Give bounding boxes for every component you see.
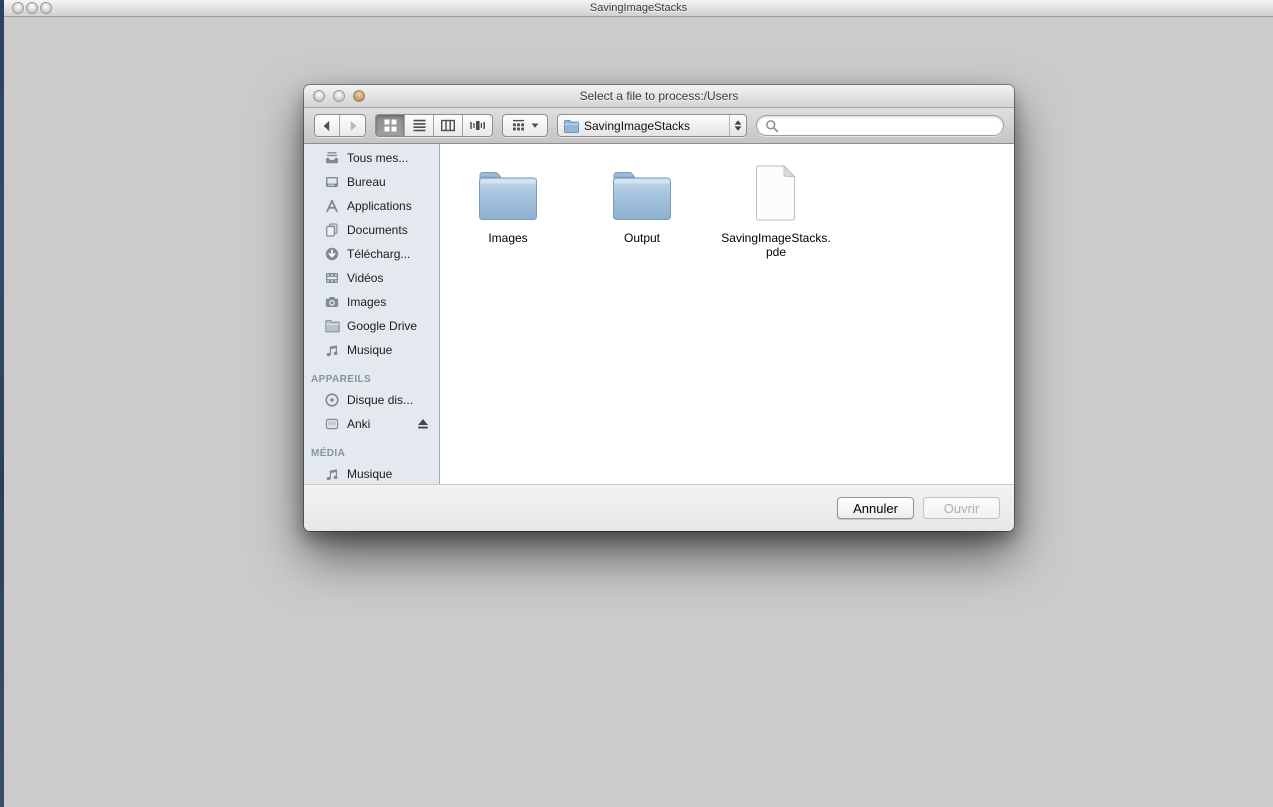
folder-icon [563, 118, 579, 134]
coverflow-view-icon [469, 118, 486, 133]
sidebar-item-label: Images [347, 295, 386, 309]
app-window-titlebar[interactable]: SavingImageStacks [4, 0, 1273, 17]
history-nav [314, 114, 366, 137]
sidebar-item-t-l-charg[interactable]: Télécharg... [304, 242, 439, 266]
coverflow-view-button[interactable] [463, 115, 492, 136]
sidebar-item-label: Bureau [347, 175, 386, 189]
eject-icon[interactable] [416, 417, 430, 431]
sidebar-item-label: Applications [347, 199, 412, 213]
location-popup[interactable]: SavingImageStacks [557, 114, 747, 137]
disc-icon [324, 392, 340, 408]
sidebar-item-label: Tous mes... [347, 151, 408, 165]
app-window-controls [12, 2, 52, 14]
sidebar-item-musique[interactable]: Musique [304, 462, 439, 484]
sidebar-item-tous-mes[interactable]: Tous mes... [304, 146, 439, 170]
all-files-icon [324, 150, 340, 166]
file-images[interactable]: Images [448, 162, 568, 245]
music-icon [324, 466, 340, 482]
dialog-toolbar: SavingImageStacks [304, 108, 1014, 144]
downloads-icon [324, 246, 340, 262]
sidebar-section-m-dia: MÉDIA [304, 444, 439, 462]
sidebar-item-label: Télécharg... [347, 247, 410, 261]
search-icon [765, 119, 779, 133]
sidebar-item-vid-os[interactable]: Vidéos [304, 266, 439, 290]
sidebar-item-label: Anki [347, 417, 370, 431]
desktop-edge [0, 0, 4, 807]
open-button[interactable]: Ouvrir [923, 497, 1000, 519]
dialog-window-controls [313, 90, 365, 102]
location-popup-value: SavingImageStacks [584, 119, 724, 133]
applications-icon [324, 198, 340, 214]
list-view-icon [412, 118, 427, 133]
chevron-down-icon [531, 123, 539, 128]
sidebar-item-google-drive[interactable]: Google Drive [304, 314, 439, 338]
file-name-label: SavingImageStacks.pde [716, 231, 836, 259]
document-icon [752, 164, 800, 222]
dialog-close-button[interactable] [313, 90, 325, 102]
minimize-button[interactable] [26, 2, 38, 14]
dialog-titlebar[interactable]: Select a file to process:/Users [304, 85, 1014, 108]
file-name-label: Output [582, 231, 702, 245]
search-field[interactable] [756, 115, 1004, 136]
column-view-button[interactable] [434, 115, 463, 136]
dialog-body: Tous mes... Bureau Applications Documents Té… [304, 144, 1014, 484]
sidebar-item-label: Google Drive [347, 319, 417, 333]
zoom-button[interactable] [40, 2, 52, 14]
dialog-zoom-button[interactable] [353, 90, 365, 102]
back-arrow-icon [319, 118, 335, 134]
dialog-footer: Annuler Ouvrir [304, 484, 1014, 531]
icon-view-button[interactable] [376, 115, 405, 136]
sidebar-item-applications[interactable]: Applications [304, 194, 439, 218]
list-view-button[interactable] [405, 115, 434, 136]
sidebar-list: Tous mes... Bureau Applications Documents Té… [304, 144, 440, 484]
app-title: SavingImageStacks [4, 0, 1273, 16]
back-button[interactable] [315, 115, 340, 136]
music-icon [324, 342, 340, 358]
dialog-minimize-button[interactable] [333, 90, 345, 102]
folder-icon [476, 168, 540, 222]
icon-view-icon [383, 118, 398, 133]
sidebar-item-anki[interactable]: Anki [304, 412, 439, 436]
forward-arrow-icon [345, 118, 361, 134]
desktop-icon [324, 174, 340, 190]
sidebar-item-label: Documents [347, 223, 408, 237]
stepper-arrows-icon [729, 115, 746, 136]
cancel-button[interactable]: Annuler [837, 497, 914, 519]
arrange-button[interactable] [502, 114, 548, 137]
file-output[interactable]: Output [582, 162, 702, 245]
forward-button[interactable] [340, 115, 365, 136]
file-open-dialog: Select a file to process:/Users [304, 85, 1014, 531]
folder-gray-icon [324, 318, 340, 334]
sidebar-item-label: Vidéos [347, 271, 383, 285]
folder-icon [610, 168, 674, 222]
file-name-label: Images [448, 231, 568, 245]
sidebar-item-musique[interactable]: Musique [304, 338, 439, 362]
sidebar-item-bureau[interactable]: Bureau [304, 170, 439, 194]
sidebar-item-label: Musique [347, 343, 392, 357]
file-savingimagestacks-pde[interactable]: SavingImageStacks.pde [716, 162, 836, 259]
sidebar-section-appareils: APPAREILS [304, 370, 439, 388]
dialog-title: Select a file to process:/Users [304, 85, 1014, 107]
arrange-grid-icon [511, 118, 526, 133]
videos-icon [324, 270, 340, 286]
camera-icon [324, 294, 340, 310]
external-drive-icon [324, 416, 340, 432]
column-view-icon [440, 118, 456, 133]
documents-icon [324, 222, 340, 238]
sidebar-item-images[interactable]: Images [304, 290, 439, 314]
sidebar-item-label: Disque dis... [347, 393, 413, 407]
sidebar-item-disque-dis[interactable]: Disque dis... [304, 388, 439, 412]
view-switcher [375, 114, 493, 137]
file-grid[interactable]: Images Output SavingImageStacks.pde [440, 144, 1014, 484]
sidebar-item-label: Musique [347, 467, 392, 481]
search-input[interactable] [783, 119, 995, 133]
sidebar-item-documents[interactable]: Documents [304, 218, 439, 242]
close-button[interactable] [12, 2, 24, 14]
